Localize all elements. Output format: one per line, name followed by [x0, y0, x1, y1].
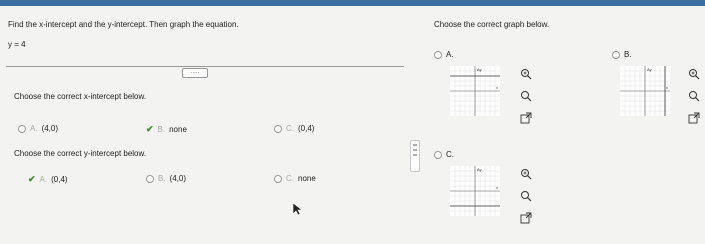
option-letter: A. — [446, 50, 454, 59]
zoom-in-icon[interactable] — [520, 168, 532, 180]
y-axis-label: Ay — [477, 167, 482, 172]
option-letter: A. — [30, 124, 38, 133]
y-option-a[interactable]: ✔ A. (0,4) — [28, 174, 68, 185]
option-letter: B. — [157, 125, 166, 134]
graph-c: Ay x — [450, 166, 500, 216]
graph-a: Ay x — [450, 66, 500, 116]
graph-question: Choose the correct graph below. — [434, 20, 550, 29]
option-letter: B. — [624, 50, 632, 59]
checkmark-icon: ✔ — [146, 124, 154, 134]
option-letter: A. — [39, 175, 48, 184]
graph-option-a[interactable]: A. — [434, 50, 454, 59]
radio-icon[interactable] — [18, 124, 26, 133]
checkmark-icon: ✔ — [28, 174, 36, 184]
panel-resize-handle[interactable] — [410, 140, 420, 172]
zoom-out-icon[interactable] — [520, 190, 532, 202]
y-intercept-question: Choose the correct y-intercept below. — [14, 149, 147, 158]
option-letter: B. — [158, 174, 166, 183]
x-option-b[interactable]: ✔ B. none — [146, 124, 187, 135]
radio-icon[interactable] — [146, 174, 154, 183]
graph-option-c[interactable]: C. — [434, 150, 454, 159]
equation-text: y = 4 — [8, 40, 26, 49]
radio-icon[interactable] — [612, 50, 620, 59]
radio-icon[interactable] — [434, 150, 442, 159]
option-value: none — [169, 125, 187, 134]
x-axis-label: x — [496, 185, 498, 190]
expand-icon[interactable] — [520, 212, 532, 224]
zoom-out-icon[interactable] — [688, 90, 700, 102]
zoom-in-icon[interactable] — [520, 68, 532, 80]
option-value: (0,4) — [51, 175, 68, 184]
option-value: (4,0) — [41, 124, 59, 133]
y-option-c[interactable]: C. none — [274, 174, 316, 183]
option-letter: C. — [286, 174, 294, 183]
y-axis-label: Ay — [477, 67, 482, 72]
expand-icon[interactable] — [688, 112, 700, 124]
radio-icon[interactable] — [274, 174, 282, 183]
x-intercept-question: Choose the correct x-intercept below. — [14, 92, 147, 101]
left-panel: Find the x-intercept and the y-intercept… — [0, 6, 410, 244]
right-panel: Choose the correct graph below. A. Ay x … — [420, 6, 705, 244]
radio-icon[interactable] — [434, 50, 442, 59]
x-axis-label: x — [666, 85, 668, 90]
zoom-out-icon[interactable] — [520, 90, 532, 102]
option-value: (4,0) — [169, 174, 187, 183]
option-value: (0,4) — [298, 124, 315, 133]
instruction-text: Find the x-intercept and the y-intercept… — [8, 20, 239, 29]
x-option-c[interactable]: C. (0,4) — [274, 124, 314, 133]
y-axis-label: Ay — [647, 67, 652, 72]
option-value: none — [298, 174, 316, 183]
option-letter: C. — [446, 150, 454, 159]
graph-option-b[interactable]: B. — [612, 50, 632, 59]
mouse-cursor-icon — [292, 202, 303, 216]
y-option-b[interactable]: B. (4,0) — [146, 174, 186, 183]
expand-icon[interactable] — [520, 112, 532, 124]
divider-handle[interactable]: ..... — [182, 68, 208, 78]
option-letter: C. — [286, 124, 294, 133]
graph-b: Ay x — [620, 66, 670, 116]
section-divider — [6, 66, 404, 67]
zoom-in-icon[interactable] — [688, 68, 700, 80]
radio-icon[interactable] — [274, 124, 282, 133]
x-option-a[interactable]: A. (4,0) — [18, 124, 58, 133]
x-axis-label: x — [496, 85, 498, 90]
